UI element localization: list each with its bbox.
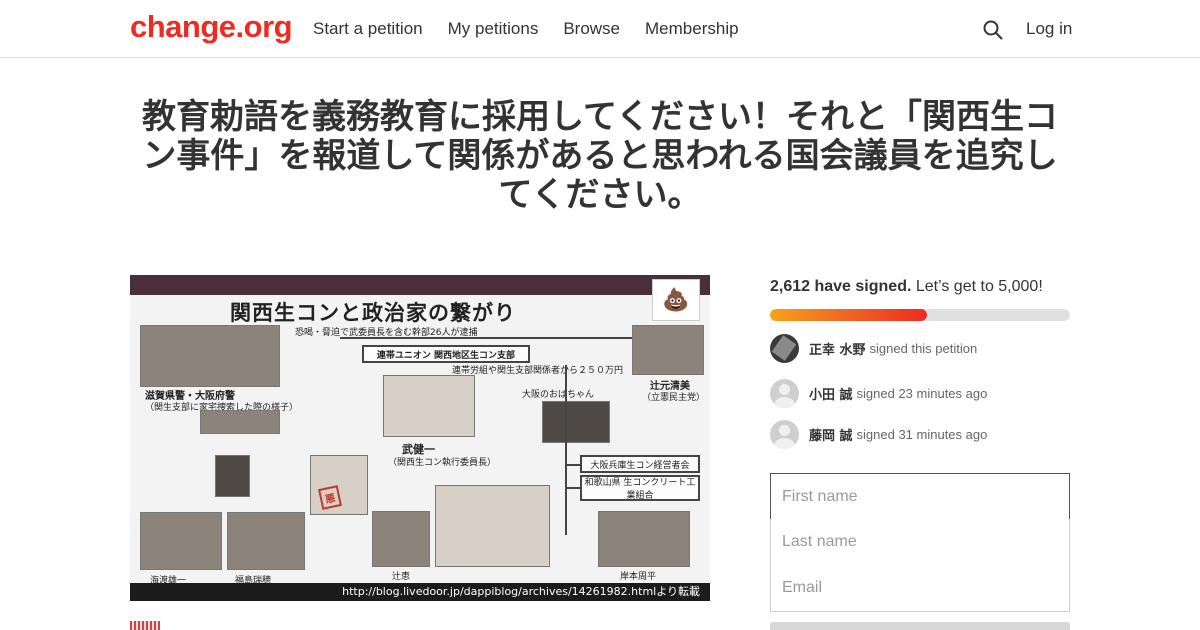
connector-line bbox=[565, 365, 567, 535]
recent-signer: 正幸 水野 signed this petition bbox=[770, 334, 977, 363]
kaieda-photo bbox=[140, 512, 222, 570]
login-link[interactable]: Log in bbox=[1026, 19, 1072, 39]
tsuji-name: 辻恵 bbox=[392, 572, 411, 582]
signer-action: signed 31 minutes ago bbox=[856, 427, 988, 442]
leader-photo bbox=[383, 375, 475, 437]
nav-start-petition[interactable]: Start a petition bbox=[313, 19, 423, 39]
avatar bbox=[770, 420, 799, 449]
signature-progress-fill bbox=[770, 309, 927, 321]
nav-my-petitions[interactable]: My petitions bbox=[448, 19, 539, 39]
signature-count: 2,612 have signed. Let’s get to 5,000! bbox=[770, 278, 1043, 296]
poop-emblem-icon: 💩 bbox=[652, 279, 700, 321]
stamp-label: 悪 bbox=[318, 485, 342, 510]
image-heading: 関西生コンと政治家の繋がり bbox=[230, 301, 516, 325]
petition-title: 教育勅語を義務教育に採用してください！それと「関西生コン事件」を報道して関係があ… bbox=[142, 97, 1058, 215]
union-label: 連帯ユニオン 関西地区生コン支部 bbox=[362, 345, 530, 363]
nav-membership[interactable]: Membership bbox=[645, 19, 739, 39]
nav-browse[interactable]: Browse bbox=[563, 19, 620, 39]
obachan-photo bbox=[542, 401, 610, 443]
kishimoto-photo bbox=[598, 511, 690, 567]
email-field[interactable] bbox=[770, 565, 1070, 612]
image-top-bar bbox=[130, 275, 710, 295]
kishimoto-name: 岸本周平 bbox=[620, 572, 657, 582]
petition-image: 関西生コンと政治家の繋がり 💩 恐喝・脅迫で武委員長を含む幹部26人が逮捕 連帯… bbox=[130, 275, 710, 601]
tsujimoto-photo bbox=[632, 325, 704, 375]
signer-name: 藤岡 誠 bbox=[809, 429, 853, 444]
signed-goal-text: Let’s get to 5,000! bbox=[911, 278, 1043, 295]
fukushima-photo bbox=[227, 512, 305, 570]
signer-action: signed this petition bbox=[869, 341, 978, 356]
signer-name: 小田 誠 bbox=[809, 388, 853, 403]
image-source-url: http://blog.livedoor.jp/dappiblog/archiv… bbox=[130, 583, 710, 601]
recent-signer: 藤岡 誠 signed 31 minutes ago bbox=[770, 420, 987, 449]
obachan-label: 大阪のおばちゃん bbox=[522, 390, 595, 400]
connector-line bbox=[565, 464, 580, 466]
tsujimoto-party: （立憲民主党） bbox=[642, 393, 706, 403]
signed-count-text: 2,612 have signed. bbox=[770, 278, 912, 295]
leader-role: （関西生コン執行委員長） bbox=[388, 458, 497, 468]
site-header: change.org Start a petition My petitions… bbox=[0, 0, 1200, 58]
main-nav: Start a petition My petitions Browse Mem… bbox=[313, 19, 739, 39]
signature-progress-bar bbox=[770, 309, 1070, 321]
tsuji-photo bbox=[372, 511, 430, 567]
union-note: 連帯労組や関生支部関係者から２５０万円 bbox=[452, 366, 624, 376]
connector-line bbox=[340, 337, 640, 339]
signer-name: 正幸 水野 bbox=[809, 343, 866, 358]
map-photo bbox=[215, 455, 250, 497]
avatar bbox=[770, 379, 799, 408]
connector-line bbox=[565, 487, 580, 489]
avatar bbox=[770, 334, 799, 363]
first-name-field[interactable] bbox=[770, 473, 1070, 520]
osaka-assoc-box: 大阪兵庫生コン経営者会 bbox=[580, 455, 700, 473]
news-strip-photo bbox=[200, 410, 280, 434]
search-icon[interactable] bbox=[982, 19, 1004, 41]
signer-action: signed 23 minutes ago bbox=[856, 386, 988, 401]
sign-button[interactable] bbox=[770, 622, 1070, 630]
last-name-field[interactable] bbox=[770, 519, 1070, 566]
wakayama-assoc-box: 和歌山県 生コンクリート工業組合 bbox=[580, 475, 700, 501]
newspaper-clipping bbox=[435, 485, 550, 567]
change-org-logo[interactable]: change.org bbox=[130, 9, 293, 45]
below-image-fragment bbox=[130, 621, 160, 630]
recent-signer: 小田 誠 signed 23 minutes ago bbox=[770, 379, 987, 408]
police-search-photo bbox=[140, 325, 280, 387]
